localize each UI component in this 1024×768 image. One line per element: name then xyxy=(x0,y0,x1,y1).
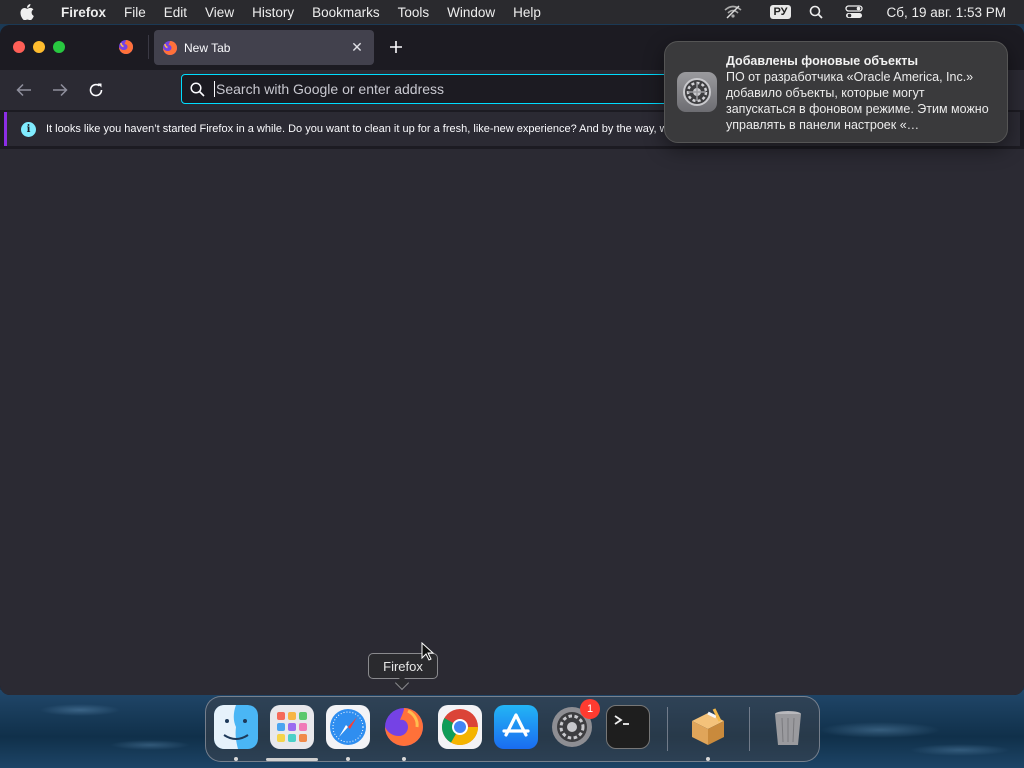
dock: 1 xyxy=(205,696,820,762)
menu-bookmarks[interactable]: Bookmarks xyxy=(303,5,389,20)
installer-package-icon[interactable] xyxy=(686,705,730,749)
text-caret xyxy=(214,81,215,97)
control-center-icon[interactable] xyxy=(843,0,865,24)
menu-edit[interactable]: Edit xyxy=(155,5,196,20)
trash-icon[interactable] xyxy=(766,705,810,749)
running-indicator xyxy=(706,757,710,761)
firefox-icon xyxy=(119,40,133,54)
mouse-cursor-icon xyxy=(421,642,435,661)
new-tab-button[interactable] xyxy=(384,35,408,59)
running-indicator xyxy=(402,757,406,761)
menu-clock[interactable]: Сб, 19 авг. 1:53 PM xyxy=(887,5,1006,20)
dock-separator xyxy=(667,707,668,751)
menu-history[interactable]: History xyxy=(243,5,303,20)
app-store-icon[interactable] xyxy=(494,705,538,749)
input-language-badge[interactable]: РУ xyxy=(770,5,791,19)
notification-title: Добавлены фоновые объекты xyxy=(726,54,918,68)
wifi-off-icon[interactable] xyxy=(722,0,744,24)
forward-button[interactable] xyxy=(48,78,72,102)
back-button[interactable] xyxy=(12,78,36,102)
menu-window[interactable]: Window xyxy=(438,5,504,20)
menu-extras: РУ Сб, 19 авг. 1:53 PM xyxy=(714,0,1024,24)
spotlight-search-icon[interactable] xyxy=(805,0,827,24)
notification-badge: 1 xyxy=(580,699,600,719)
running-indicator xyxy=(346,757,350,761)
finder-icon[interactable] xyxy=(214,705,258,749)
page-content-area[interactable] xyxy=(0,149,1024,695)
safari-icon[interactable] xyxy=(326,705,370,749)
plus-icon xyxy=(390,41,402,53)
dock-separator xyxy=(749,707,750,751)
menu-help[interactable]: Help xyxy=(504,5,550,20)
window-minimize-button[interactable] xyxy=(33,41,45,53)
reload-button[interactable] xyxy=(84,78,108,102)
menu-app-name[interactable]: Firefox xyxy=(52,5,115,20)
tab-separator xyxy=(148,35,149,59)
system-settings-icon[interactable]: 1 xyxy=(550,699,600,749)
tab-label: New Tab xyxy=(184,40,231,55)
launch-progress-bar xyxy=(266,758,318,761)
apple-logo-icon[interactable] xyxy=(18,3,36,21)
notification-body: ПО от разработчика «Oracle America, Inc.… xyxy=(726,70,989,132)
info-icon: i xyxy=(21,121,36,137)
menu-tools[interactable]: Tools xyxy=(389,5,439,20)
reload-icon xyxy=(89,83,103,97)
address-bar-placeholder: Search with Google or enter address xyxy=(216,81,445,97)
menu-file[interactable]: File xyxy=(115,5,155,20)
close-icon[interactable]: ✕ xyxy=(348,38,366,56)
running-indicator xyxy=(234,757,238,761)
infobar-message: It looks like you haven’t started Firefo… xyxy=(46,123,666,135)
address-bar[interactable]: Search with Google or enter address xyxy=(181,74,701,104)
firefox-view-button[interactable] xyxy=(112,35,140,59)
search-icon xyxy=(190,81,206,97)
system-settings-icon xyxy=(677,72,717,112)
firefox-icon[interactable] xyxy=(382,705,426,749)
firefox-icon xyxy=(162,40,178,56)
arrow-right-icon xyxy=(53,83,68,97)
arrow-left-icon xyxy=(16,83,31,97)
launchpad-icon[interactable] xyxy=(270,705,314,749)
terminal-icon[interactable] xyxy=(606,705,650,749)
window-zoom-button[interactable] xyxy=(53,41,65,53)
menu-view[interactable]: View xyxy=(196,5,243,20)
background-items-notification[interactable]: Добавлены фоновые объекты ПО от разработ… xyxy=(664,41,1008,143)
tab-new-tab[interactable]: New Tab ✕ xyxy=(154,30,374,65)
menu-bar: Firefox File Edit View History Bookmarks… xyxy=(0,0,1024,24)
chrome-icon[interactable] xyxy=(438,705,482,749)
window-close-button[interactable] xyxy=(13,41,25,53)
